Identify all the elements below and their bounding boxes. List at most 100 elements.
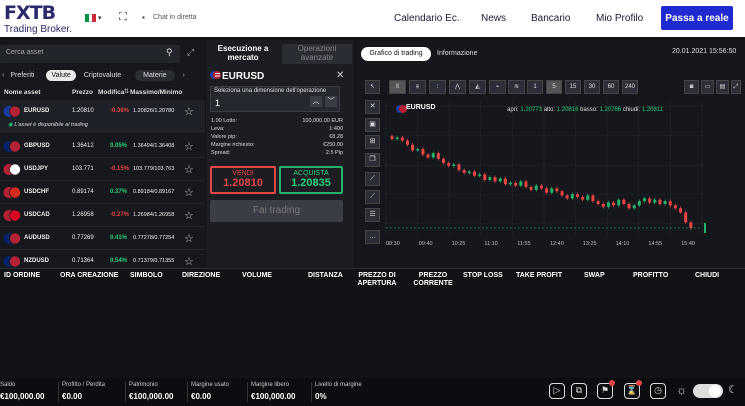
tab-currencies[interactable]: Valute xyxy=(46,70,76,81)
candles-type-icon[interactable]: ⫴ xyxy=(389,80,406,94)
nav-news[interactable]: News xyxy=(481,13,506,24)
candle xyxy=(467,171,471,173)
timeframe-30-button[interactable]: 30 xyxy=(584,80,600,94)
favorite-star-icon[interactable]: ☆ xyxy=(184,209,194,222)
candle xyxy=(596,201,600,204)
tabs-prev-icon[interactable]: ‹ xyxy=(2,72,4,79)
heikin-type-icon[interactable]: ≋ xyxy=(508,80,525,94)
fib-icon[interactable]: ☰ xyxy=(365,208,380,222)
hollow-candles-icon[interactable]: ⫶ xyxy=(429,80,446,94)
footer-value: €0.00 xyxy=(191,392,212,401)
asset-price: 0.77269 xyxy=(72,235,94,241)
nav-my-profile[interactable]: Mio Profilo xyxy=(596,13,643,24)
timeframe-5-button[interactable]: 5 xyxy=(546,80,562,94)
timeframe-240-button[interactable]: 240 xyxy=(622,80,638,94)
history-icon[interactable]: ◷ xyxy=(650,383,666,399)
asset-available-note: ◉ L'asset è disponibile al trading xyxy=(8,122,88,128)
candle xyxy=(642,198,646,202)
asset-row[interactable]: USDJPY 103.771 -0.15% 103.779/103.763 ☆ xyxy=(0,158,205,181)
trendline-icon[interactable]: ⟋ xyxy=(365,172,380,186)
footer-separator xyxy=(187,382,188,402)
favorite-star-icon[interactable]: ☆ xyxy=(184,186,194,199)
theme-toggle[interactable] xyxy=(693,384,723,398)
sell-button[interactable]: VENDI 1.20810 xyxy=(210,166,276,194)
trade-size-value[interactable]: 1 xyxy=(215,98,220,108)
play-video-icon[interactable]: ▷ xyxy=(549,383,565,399)
search-input[interactable]: Cerca asset xyxy=(0,45,180,63)
size-increase-button[interactable]: ︿ xyxy=(310,96,322,107)
favorite-star-icon[interactable]: ☆ xyxy=(184,140,194,153)
tool-expand-icon[interactable]: ▭ xyxy=(701,80,714,94)
timeframe-15-button[interactable]: 15 xyxy=(565,80,581,94)
tool-fullscreen-icon[interactable]: ⤢ xyxy=(731,80,741,94)
baseline-type-icon[interactable]: ⌁ xyxy=(489,80,506,94)
candle xyxy=(488,177,492,180)
language-flag-icon[interactable] xyxy=(85,14,97,22)
candle xyxy=(627,203,631,209)
zoom-icon[interactable]: ▣ xyxy=(365,118,380,132)
expand-icon[interactable]: ⤢ xyxy=(187,47,194,58)
tab-favorites[interactable]: Preferiti xyxy=(10,72,34,79)
trade-size-label: Seleziona una dimensione dell'operazione xyxy=(214,88,327,94)
order-info-value: 100,000.00 EUR xyxy=(302,118,343,124)
crosshair-icon[interactable]: ⊞ xyxy=(365,135,380,149)
buy-button[interactable]: ACQUISTA 1.20835 xyxy=(279,166,343,194)
candle xyxy=(472,171,476,176)
ray-icon[interactable]: ⟋ xyxy=(365,190,380,204)
trade-button[interactable]: Fai trading xyxy=(210,200,343,222)
favorite-star-icon[interactable]: ☆ xyxy=(184,163,194,176)
tab-crypto[interactable]: Criptovalute xyxy=(84,72,121,79)
asset-range: 1.20826/1.20780 xyxy=(133,108,175,114)
x-tick-label: 08:30 xyxy=(386,241,400,245)
tabs-next-icon[interactable]: › xyxy=(183,72,185,79)
tab-trading-chart[interactable]: Grafico di trading xyxy=(361,47,431,61)
sort-icon[interactable]: ⇅ xyxy=(124,88,129,95)
price-chart[interactable]: 1.216711.214631.212551.210471.208391.208… xyxy=(382,97,706,245)
contract-icon[interactable]: ⧉ xyxy=(571,383,587,399)
size-decrease-button[interactable]: ﹀ xyxy=(325,96,337,107)
currency-pair-flag-icon xyxy=(3,163,21,176)
chevron-down-icon[interactable]: ▾ xyxy=(98,14,102,22)
asset-row[interactable]: USDCAD 1.26958 -0.27% 1.26984/1.26958 ☆ xyxy=(0,204,205,227)
nav-economic-calendar[interactable]: Calendario Ec. xyxy=(394,13,460,24)
asset-row[interactable]: USDCHF 0.89174 0.37% 0.89184/0.89167 ☆ xyxy=(0,181,205,204)
footer-value: 0% xyxy=(315,392,327,401)
layers-icon[interactable]: ❐ xyxy=(365,153,380,167)
nav-banking[interactable]: Bancario xyxy=(531,13,570,24)
timeframe-60-button[interactable]: 60 xyxy=(603,80,619,94)
tab-advanced-orders[interactable]: Operazioni avanzate xyxy=(282,44,352,64)
candle xyxy=(570,194,574,199)
camera-icon[interactable]: ◙ xyxy=(684,80,699,94)
search-icon[interactable]: ⚲ xyxy=(166,47,173,58)
chat-icon[interactable]: ▪ xyxy=(142,13,145,22)
asset-row[interactable]: AUDUSD 0.77269 0.41% 0.77278/0.77254 ☆ xyxy=(0,227,205,250)
brand-logo[interactable]: FXTB xyxy=(4,2,56,24)
order-info-label: Margine richiesto: xyxy=(211,142,255,148)
tool-settings-icon[interactable]: ▤ xyxy=(716,80,729,94)
candle xyxy=(534,185,538,190)
tab-information[interactable]: Informazione xyxy=(437,50,477,57)
area-type-icon[interactable]: ◭ xyxy=(469,80,486,94)
close-icon[interactable]: ✕ xyxy=(336,70,344,81)
favorite-star-icon[interactable]: ☆ xyxy=(184,232,194,245)
asset-price: 1.26958 xyxy=(72,212,94,218)
more-tools-icon[interactable]: … xyxy=(365,230,380,244)
moon-icon: ☾ xyxy=(728,384,738,396)
candle xyxy=(632,205,636,209)
tab-market-execution[interactable]: Esecuzione a mercato xyxy=(208,44,278,62)
live-chat-link[interactable]: Chat in diretta xyxy=(153,14,197,21)
x-tick-label: 13:25 xyxy=(583,241,597,245)
favorite-star-icon[interactable]: ☆ xyxy=(184,105,194,118)
tab-commodities[interactable]: Materie xyxy=(135,70,175,81)
close-drawings-icon[interactable]: ✕ xyxy=(365,100,380,114)
cursor-tool-icon[interactable]: ↖ xyxy=(365,80,380,94)
bars-type-icon[interactable]: ⫵ xyxy=(409,80,426,94)
timeframe-1-button[interactable]: 1 xyxy=(527,80,543,94)
favorite-star-icon[interactable]: ☆ xyxy=(184,255,194,268)
line-type-icon[interactable]: ⋀ xyxy=(449,80,466,94)
fullscreen-icon[interactable]: ⛶ xyxy=(119,11,127,24)
go-real-button[interactable]: Passa a reale xyxy=(661,6,733,30)
candle xyxy=(617,199,621,206)
asset-row[interactable]: GBPUSD 1.36412 0.05% 1.36494/1.36408 ☆ xyxy=(0,135,205,158)
asset-range: 0.71379/0.71355 xyxy=(133,258,175,264)
